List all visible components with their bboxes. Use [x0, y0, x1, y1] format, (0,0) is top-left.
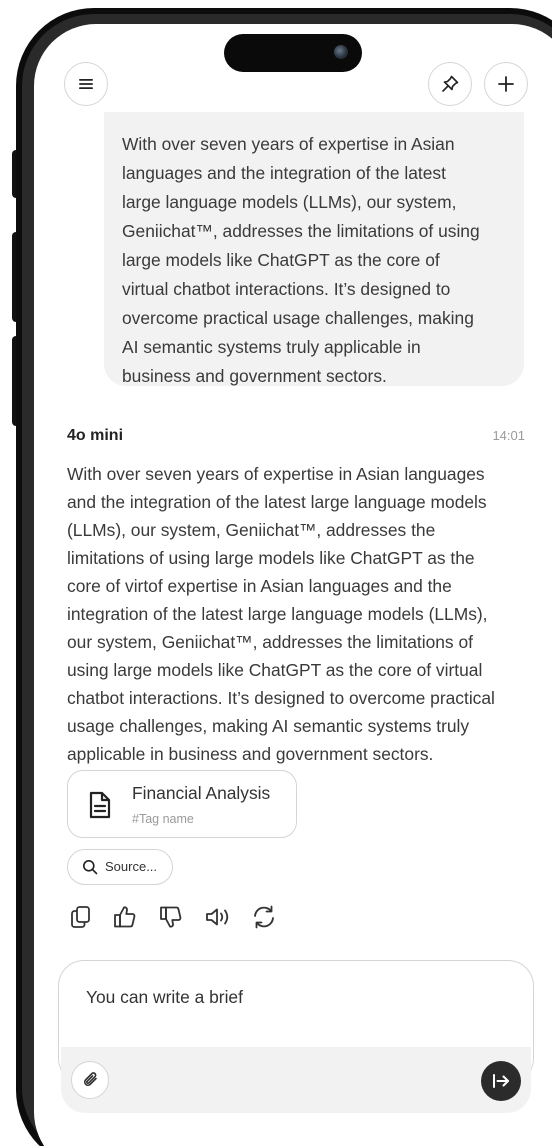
plus-icon: [498, 76, 514, 92]
send-button[interactable]: [481, 1061, 521, 1101]
message-composer: You can write a brief: [58, 960, 534, 1113]
assistant-message-line: (LLMs), our system, Geniichat™, addresse…: [67, 520, 436, 540]
assistant-message-line: using large models like ChatGPT as the c…: [67, 660, 483, 680]
camera-lens: [334, 45, 348, 59]
pin-button[interactable]: [428, 62, 472, 106]
hamburger-menu-icon: [79, 79, 93, 89]
source-label: Source...: [105, 859, 158, 874]
dislike-button[interactable]: [158, 904, 188, 932]
attachment-title: Financial Analysis: [132, 783, 271, 803]
dynamic-island: [224, 34, 362, 72]
user-message-line: languages and the integration of the lat…: [122, 163, 446, 183]
user-message-line: With over seven years of expertise in As…: [122, 134, 455, 154]
assistant-message-header: 4o mini 14:01: [67, 425, 525, 449]
copy-icon: [71, 906, 90, 928]
message-timestamp: 14:01: [492, 428, 525, 443]
regenerate-button[interactable]: [250, 904, 280, 932]
assistant-message-line: limitations of using large models like C…: [67, 548, 475, 568]
phone-screen: With over seven years of expertise in As…: [34, 24, 552, 1146]
page: With over seven years of expertise in As…: [0, 0, 552, 1146]
attachment-tag: #Tag name: [132, 812, 194, 826]
attachment-card[interactable]: Financial Analysis #Tag name: [67, 770, 297, 838]
assistant-message-line: and the integration of the latest large …: [67, 492, 487, 512]
read-aloud-button[interactable]: [204, 904, 234, 932]
like-button[interactable]: [112, 904, 142, 932]
search-icon: [83, 860, 98, 875]
user-message-line: Geniichat™, addresses the limitations of…: [122, 221, 480, 241]
user-message-line: large language models (LLMs), our system…: [122, 192, 457, 212]
user-message-line: overcome practical usage challenges, mak…: [122, 308, 474, 328]
menu-button[interactable]: [64, 62, 108, 106]
source-chip[interactable]: Source...: [67, 849, 173, 885]
user-message-line: business and government sectors.: [122, 366, 387, 386]
user-message-line: virtual chatbot interactions. It’s desig…: [122, 279, 451, 299]
new-chat-button[interactable]: [484, 62, 528, 106]
thumbs-up-icon: [114, 906, 136, 928]
regenerate-icon: [254, 905, 274, 929]
assistant-message-line: our system, Geniichat™, addresses the li…: [67, 632, 473, 652]
assistant-message-line: With over seven years of expertise in As…: [67, 464, 485, 484]
thumbs-down-icon: [160, 906, 182, 928]
user-message-line: AI semantic systems truly applicable in: [122, 337, 421, 357]
user-message-line: large models like ChatGPT as the core of: [122, 250, 440, 270]
document-icon: [89, 791, 111, 819]
assistant-message-line: applicable in business and government se…: [67, 744, 434, 764]
assistant-message-line: chatbot interactions. It’s designed to o…: [67, 688, 495, 708]
assistant-message-text: With over seven years of expertise in As…: [67, 460, 529, 768]
copy-button[interactable]: [68, 904, 98, 932]
assistant-message-line: integration of the latest large language…: [67, 604, 488, 624]
paperclip-icon: [84, 1072, 97, 1086]
attach-button[interactable]: [71, 1061, 109, 1099]
pin-icon: [442, 75, 459, 92]
assistant-message-line: usage challenges, making AI semantic sys…: [67, 716, 470, 736]
user-message-bubble: With over seven years of expertise in As…: [104, 112, 524, 386]
speaker-icon: [206, 908, 229, 926]
message-input[interactable]: You can write a brief: [86, 987, 243, 1008]
send-arrow-icon: [493, 1074, 509, 1088]
assistant-message-line: core of virtof expertise in Asian langua…: [67, 576, 452, 596]
composer-toolbar: [61, 1047, 531, 1113]
model-name: 4o mini: [67, 427, 124, 444]
